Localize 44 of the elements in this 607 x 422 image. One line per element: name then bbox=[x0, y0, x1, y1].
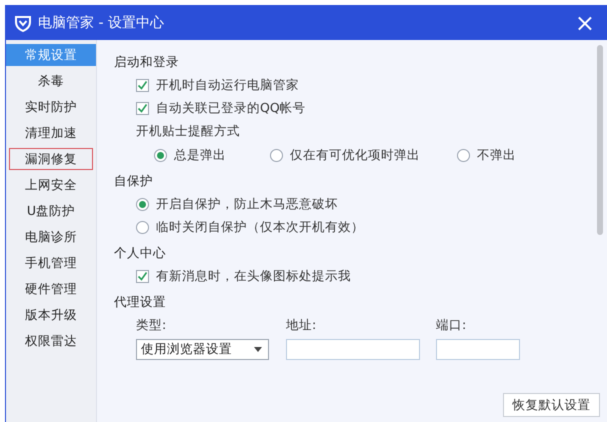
section-heading: 个人中心 bbox=[114, 245, 167, 262]
restore-defaults-button[interactable]: 恢复默认设置 bbox=[503, 393, 600, 417]
sidebar-item[interactable]: 版本升级 bbox=[6, 304, 96, 326]
radio-button[interactable] bbox=[136, 220, 149, 234]
radio-label: 临时关闭自保护（仅本次开机有效） bbox=[156, 218, 364, 236]
sidebar-item[interactable]: 硬件管理 bbox=[6, 278, 96, 300]
sidebar-item[interactable]: U盘防护 bbox=[6, 200, 96, 222]
checkbox[interactable] bbox=[136, 102, 149, 114]
sidebar-item[interactable]: 杀毒 bbox=[6, 70, 96, 92]
radio-label: 开启自保护，防止木马恶意破坏 bbox=[156, 196, 338, 212]
checkbox-label: 有新消息时，在头像图标处提示我 bbox=[156, 268, 351, 284]
radio-button[interactable] bbox=[457, 148, 470, 162]
radio-button[interactable] bbox=[154, 148, 167, 162]
section-heading: 代理设置 bbox=[114, 294, 167, 311]
checkbox-label: 自动关联已登录的QQ帐号 bbox=[156, 100, 306, 116]
checkbox[interactable] bbox=[136, 270, 149, 282]
field-label: 类型: bbox=[136, 317, 168, 334]
sidebar-item[interactable]: 漏洞修复 bbox=[9, 148, 93, 170]
scrollbar[interactable] bbox=[597, 45, 603, 235]
sidebar-item[interactable]: 权限雷达 bbox=[6, 330, 96, 352]
shield-icon bbox=[14, 14, 32, 32]
radio-button[interactable] bbox=[136, 198, 149, 210]
sidebar-item[interactable]: 电脑诊所 bbox=[6, 226, 96, 248]
section-heading: 启动和登录 bbox=[114, 54, 180, 71]
close-button[interactable]: × bbox=[570, 10, 599, 34]
checkbox[interactable] bbox=[136, 78, 149, 92]
caret-icon bbox=[254, 347, 262, 352]
radio-label: 仅在有可优化项时弹出 bbox=[290, 146, 420, 164]
field-label: 地址: bbox=[286, 317, 318, 334]
sidebar-item[interactable]: 上网安全 bbox=[6, 174, 96, 196]
option-label: 开机贴士提醒方式 bbox=[136, 123, 241, 140]
address-field[interactable] bbox=[286, 339, 420, 360]
radio-button[interactable] bbox=[270, 148, 283, 162]
sidebar-item[interactable]: 清理加速 bbox=[6, 122, 96, 144]
radio-label: 不弹出 bbox=[477, 146, 516, 164]
radio-label: 总是弹出 bbox=[174, 146, 226, 164]
checkbox-label: 开机时自动运行电脑管家 bbox=[156, 76, 299, 94]
proxy-type-dropdown[interactable]: 使用浏览器设置 bbox=[136, 339, 269, 360]
port-field[interactable] bbox=[436, 339, 520, 360]
section-heading: 自保护 bbox=[114, 173, 154, 190]
field-label: 端口: bbox=[436, 317, 468, 334]
sidebar-item[interactable]: 手机管理 bbox=[6, 252, 96, 274]
sidebar-item[interactable]: 实时防护 bbox=[6, 96, 96, 118]
window-title: 电脑管家 - 设置中心 bbox=[38, 14, 165, 32]
